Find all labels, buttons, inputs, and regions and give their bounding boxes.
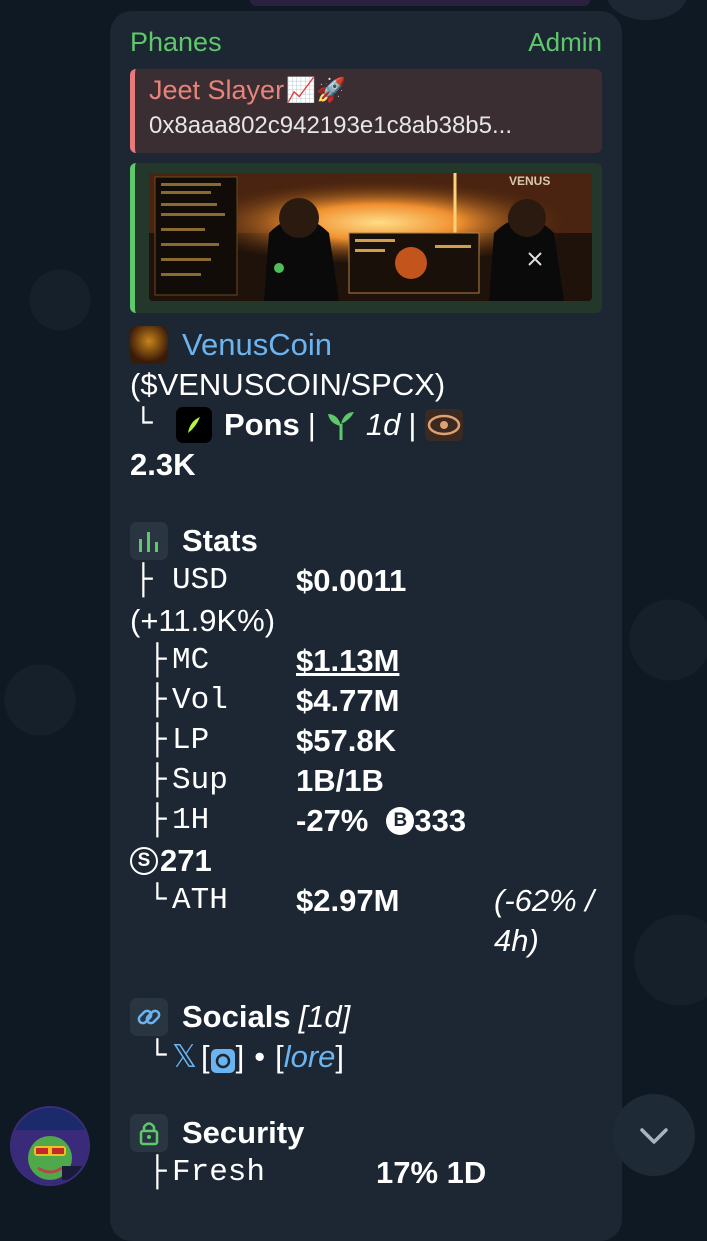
reply-quote[interactable]: Jeet Slayer 📈🚀 0x8aaa802c942193e1c8ab38b… — [130, 69, 602, 153]
preview-image[interactable]: VENUS — [149, 173, 592, 301]
stat-label: MC — [172, 641, 296, 681]
token-age: 1d — [366, 405, 400, 445]
link-preview[interactable]: VENUS — [130, 163, 602, 313]
reply-emojis: 📈🚀 — [286, 76, 346, 105]
stat-usd-change: (+11.9K%) — [130, 601, 602, 641]
stat-row-sup: ├ Sup 1B/1B — [130, 761, 602, 801]
stat-row-1h: ├ 1H -27% B 333 — [130, 801, 602, 841]
stat-label: USD — [172, 561, 296, 601]
svg-text:VENUS: VENUS — [509, 174, 550, 188]
market-cap-link[interactable]: $1.13M — [296, 641, 399, 681]
bar-chart-icon — [130, 522, 168, 560]
security-partial-row: ├ Fresh 17% 1D — [130, 1153, 602, 1193]
buys-count: 333 — [414, 801, 466, 841]
message-bubble[interactable]: Phanes Admin Jeet Slayer 📈🚀 0x8aaa802c94… — [110, 11, 622, 1241]
token-pair-text: ($VENUSCOIN/SPCX) — [130, 365, 445, 405]
previous-message-edge — [250, 0, 590, 6]
eye-icon — [424, 408, 464, 442]
socials-heading-row: Socials [1d] — [130, 997, 602, 1037]
lock-icon — [130, 1114, 168, 1152]
security-label: Fresh — [172, 1153, 296, 1193]
stat-value: $2.97M — [296, 881, 399, 921]
tree-branch-icon: ├ — [130, 801, 172, 841]
stat-value: $57.8K — [296, 721, 396, 761]
pons-logo-icon — [176, 407, 212, 443]
lore-bracket-close: ] — [335, 1037, 344, 1077]
stat-label: Vol — [172, 681, 296, 721]
stats-heading: Stats — [182, 521, 258, 561]
tree-branch-icon: └ — [130, 1037, 172, 1077]
x-bracket-close: ] — [236, 1037, 245, 1077]
tree-branch-icon: └ — [130, 881, 172, 921]
tree-branch-icon: └ — [130, 405, 176, 445]
token-name-link[interactable]: VenusCoin — [182, 325, 332, 365]
scroll-down-button[interactable] — [613, 1094, 695, 1176]
separator-1: | — [308, 405, 316, 445]
token-avatar-icon — [130, 326, 168, 364]
chevron-down-icon — [634, 1115, 674, 1155]
security-heading: Security — [182, 1113, 304, 1153]
security-value: 17% 1D — [376, 1153, 486, 1193]
bullet: • — [254, 1037, 265, 1077]
stat-label: 1H — [172, 801, 296, 841]
admin-badge: Admin — [528, 27, 602, 58]
stat-row-lp: ├ LP $57.8K — [130, 721, 602, 761]
ath-change-text: (-62% / 4h) — [494, 881, 602, 961]
preview-image-art: VENUS — [149, 173, 592, 301]
separator-2: | — [408, 405, 416, 445]
tree-branch-icon: ├ — [130, 1153, 172, 1193]
views-count: 2.3K — [130, 445, 602, 485]
socials-age: [1d] — [299, 997, 351, 1037]
stat-row-vol: ├ Vol $4.77M — [130, 681, 602, 721]
tree-branch-icon: ├ — [130, 761, 172, 801]
recycle-icon[interactable] — [210, 1044, 236, 1070]
stat-row-mc: ├ MC $1.13M — [130, 641, 602, 681]
stat-row-usd: ├ USD $0.0011 — [130, 561, 602, 601]
sender-name[interactable]: Phanes — [130, 27, 222, 58]
stat-value: -27% — [296, 801, 368, 841]
stat-label: Sup — [172, 761, 296, 801]
sender-avatar[interactable] — [10, 1106, 90, 1186]
x-bracket-open: [ — [201, 1037, 210, 1077]
stat-row-1h-sells: S 271 — [130, 841, 602, 881]
buys-icon: B — [386, 807, 414, 835]
token-meta-row: └ Pons | 1d | — [130, 405, 602, 445]
tree-branch-icon: ├ — [130, 681, 172, 721]
socials-row: └ 𝕏 [ ] • [ lore ] — [130, 1037, 602, 1077]
platform-name[interactable]: Pons — [224, 405, 300, 445]
sprout-icon — [324, 408, 358, 442]
sells-count: 271 — [160, 841, 212, 881]
message-header: Phanes Admin — [130, 25, 602, 59]
stat-value: $4.77M — [296, 681, 399, 721]
link-icon — [130, 998, 168, 1036]
stat-label: ATH — [172, 881, 296, 921]
reply-text: 0x8aaa802c942193e1c8ab38b5... — [149, 112, 588, 140]
tree-branch-icon: ├ — [130, 721, 172, 761]
socials-heading: Socials — [182, 997, 291, 1037]
message-text: VenusCoin ($VENUSCOIN/SPCX) └ Pons | 1d … — [130, 325, 602, 1193]
x-link[interactable]: 𝕏 — [172, 1037, 197, 1077]
tree-branch-icon: ├ — [130, 561, 172, 601]
security-heading-row: Security — [130, 1113, 602, 1153]
tree-branch-icon: ├ — [130, 641, 172, 681]
stat-value: 1B/1B — [296, 761, 384, 801]
stats-heading-row: Stats — [130, 521, 602, 561]
reply-title: Jeet Slayer 📈🚀 — [149, 75, 588, 106]
stat-value: $0.0011 — [296, 561, 406, 601]
sells-icon: S — [130, 847, 158, 875]
token-name-row: VenusCoin — [130, 325, 602, 365]
reply-author: Jeet Slayer — [149, 75, 284, 106]
lore-link[interactable]: lore — [284, 1037, 336, 1077]
token-pair: ($VENUSCOIN/SPCX) — [130, 365, 602, 405]
stat-label: LP — [172, 721, 296, 761]
lore-bracket-open: [ — [275, 1037, 284, 1077]
